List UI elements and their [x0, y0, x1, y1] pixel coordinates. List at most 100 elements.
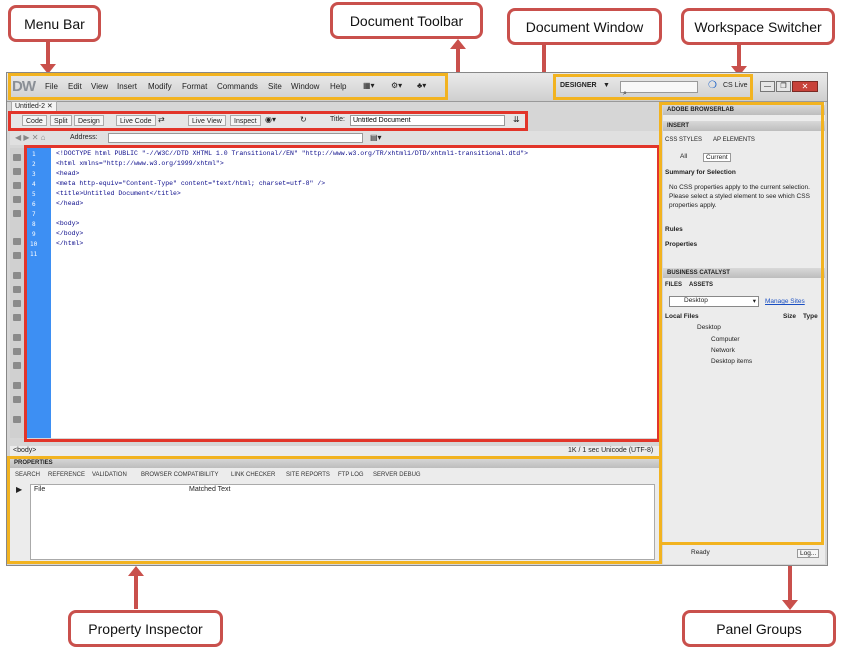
results-tab-reference[interactable]: REFERENCE [48, 472, 85, 478]
tree-item-desktop-items[interactable]: Desktop items [711, 358, 752, 365]
property-inspector: PROPERTIES SEARCH REFERENCE VALIDATION B… [10, 458, 660, 564]
code-line: <!DOCTYPE html PUBLIC "-//W3C//DTD XHTML… [56, 150, 528, 157]
log-button[interactable]: Log... [797, 549, 820, 558]
live-code-button[interactable]: Live Code [116, 115, 156, 126]
code-editor[interactable]: 1 2 3 4 5 6 7 8 9 10 11 <!DOCTYPE html P… [24, 148, 660, 438]
live-view-button[interactable]: Live View [188, 115, 226, 126]
menu-window[interactable]: Window [291, 82, 319, 91]
line-number: 2 [32, 161, 36, 168]
file-mgmt-icon[interactable]: ⇄ [158, 115, 165, 124]
search-input[interactable]: ⌕ [620, 81, 698, 97]
line-number: 10 [30, 241, 38, 248]
code-line: </body> [56, 230, 84, 237]
css-styles-tab[interactable]: CSS STYLES [665, 137, 702, 143]
current-button[interactable]: Current [703, 153, 731, 162]
menu-commands[interactable]: Commands [217, 82, 258, 91]
gear-icon[interactable]: ⚙▾ [391, 81, 402, 90]
site-select[interactable]: Desktop ▾ [669, 296, 759, 307]
menu-site[interactable]: Site [268, 82, 282, 91]
tree-item-network[interactable]: Network [711, 347, 735, 354]
play-icon[interactable]: ▶ [16, 485, 22, 494]
panel-business-catalyst[interactable]: BUSINESS CATALYST [663, 268, 825, 278]
tool-icon[interactable] [13, 286, 21, 293]
workspace-switcher[interactable]: DESIGNER [560, 82, 597, 89]
panel-insert[interactable]: INSERT [663, 121, 825, 131]
tool-icon[interactable] [13, 196, 21, 203]
cs-live-label[interactable]: CS Live [723, 82, 748, 89]
code-line: <head> [56, 170, 80, 177]
close-icon[interactable]: ✕ [47, 103, 53, 110]
close-button[interactable]: ✕ [792, 81, 818, 92]
title-label: Title: [330, 116, 345, 123]
validate-icon[interactable]: ⇊ [513, 115, 520, 124]
files-tab[interactable]: FILES [665, 282, 682, 288]
tool-icon[interactable] [13, 182, 21, 189]
split-view-button[interactable]: Split [50, 115, 72, 126]
column-header-matched-text: Matched Text [189, 486, 231, 493]
code-view-button[interactable]: Code [22, 115, 47, 126]
menu-edit[interactable]: Edit [68, 82, 82, 91]
view-options-icon[interactable]: ▤▾ [370, 133, 382, 142]
line-number: 3 [32, 171, 36, 178]
nav-buttons-icon[interactable]: ◀ ▶ ✕ ⌂ [15, 133, 46, 142]
panel-browserlab[interactable]: ADOBE BROWSERLAB [663, 105, 825, 115]
menu-format[interactable]: Format [182, 82, 207, 91]
results-tab-link-checker[interactable]: LINK CHECKER [231, 472, 275, 478]
tool-icon[interactable] [13, 238, 21, 245]
browser-preview-icon[interactable]: ◉▾ [265, 115, 276, 124]
tree-item-desktop[interactable]: Desktop [697, 324, 721, 331]
design-view-button[interactable]: Design [74, 115, 104, 126]
arrow-head [128, 566, 144, 576]
results-tab-ftp-log[interactable]: FTP LOG [338, 472, 364, 478]
local-files-header: Local Files [665, 313, 699, 320]
menu-insert[interactable]: Insert [117, 82, 137, 91]
workspace-dropdown-icon[interactable]: ▼ [603, 82, 610, 89]
results-tab-server-debug[interactable]: SERVER DEBUG [373, 472, 421, 478]
tool-icon[interactable] [13, 416, 21, 423]
menu-modify[interactable]: Modify [148, 82, 172, 91]
cs-live-icon[interactable]: ❍ [708, 80, 717, 91]
inspect-button[interactable]: Inspect [230, 115, 261, 126]
title-field[interactable] [350, 115, 505, 126]
code-line: <html xmlns="http://www.w3.org/1999/xhtm… [56, 160, 224, 167]
tool-icon[interactable] [13, 348, 21, 355]
all-button[interactable]: All [680, 153, 687, 160]
tool-icon[interactable] [13, 382, 21, 389]
tool-icon[interactable] [13, 314, 21, 321]
address-input[interactable] [108, 133, 363, 143]
layout-icon[interactable]: ▦▾ [363, 81, 375, 90]
minimize-button[interactable]: — [760, 81, 775, 92]
tag-selector[interactable]: <body> [13, 447, 36, 454]
menu-help[interactable]: Help [330, 82, 346, 91]
assets-tab[interactable]: ASSETS [689, 282, 713, 288]
tool-icon[interactable] [13, 168, 21, 175]
tool-icon[interactable] [13, 334, 21, 341]
tool-icon[interactable] [13, 300, 21, 307]
tool-icon[interactable] [13, 396, 21, 403]
tool-icon[interactable] [13, 362, 21, 369]
menu-file[interactable]: File [45, 82, 58, 91]
callout-label: Panel Groups [716, 620, 802, 637]
tool-icon[interactable] [13, 210, 21, 217]
tool-icon[interactable] [13, 154, 21, 161]
document-tab[interactable]: Untitled-2 ✕ [11, 101, 57, 113]
ap-elements-tab[interactable]: AP ELEMENTS [713, 137, 755, 143]
results-tab-search[interactable]: SEARCH [15, 472, 40, 478]
refresh-icon[interactable]: ↻ [300, 115, 307, 124]
tool-icon[interactable] [13, 272, 21, 279]
type-header: Type [803, 313, 818, 320]
maximize-button[interactable]: ❐ [776, 81, 791, 92]
line-number: 5 [32, 191, 36, 198]
menu-view[interactable]: View [91, 82, 108, 91]
results-tab-site-reports[interactable]: SITE REPORTS [286, 472, 330, 478]
tree-item-computer[interactable]: Computer [711, 336, 740, 343]
properties-header[interactable]: PROPERTIES [10, 458, 660, 468]
site-icon[interactable]: ♣▾ [417, 81, 426, 90]
results-tab-browser-compat[interactable]: BROWSER COMPATIBILITY [141, 472, 218, 478]
document-toolbar: Code Split Design Live Code ⇄ Live View … [10, 113, 527, 129]
manage-sites-link[interactable]: Manage Sites [765, 298, 805, 305]
code-line: </head> [56, 200, 84, 207]
tool-icon[interactable] [13, 252, 21, 259]
line-number: 4 [32, 181, 36, 188]
results-tab-validation[interactable]: VALIDATION [92, 472, 127, 478]
